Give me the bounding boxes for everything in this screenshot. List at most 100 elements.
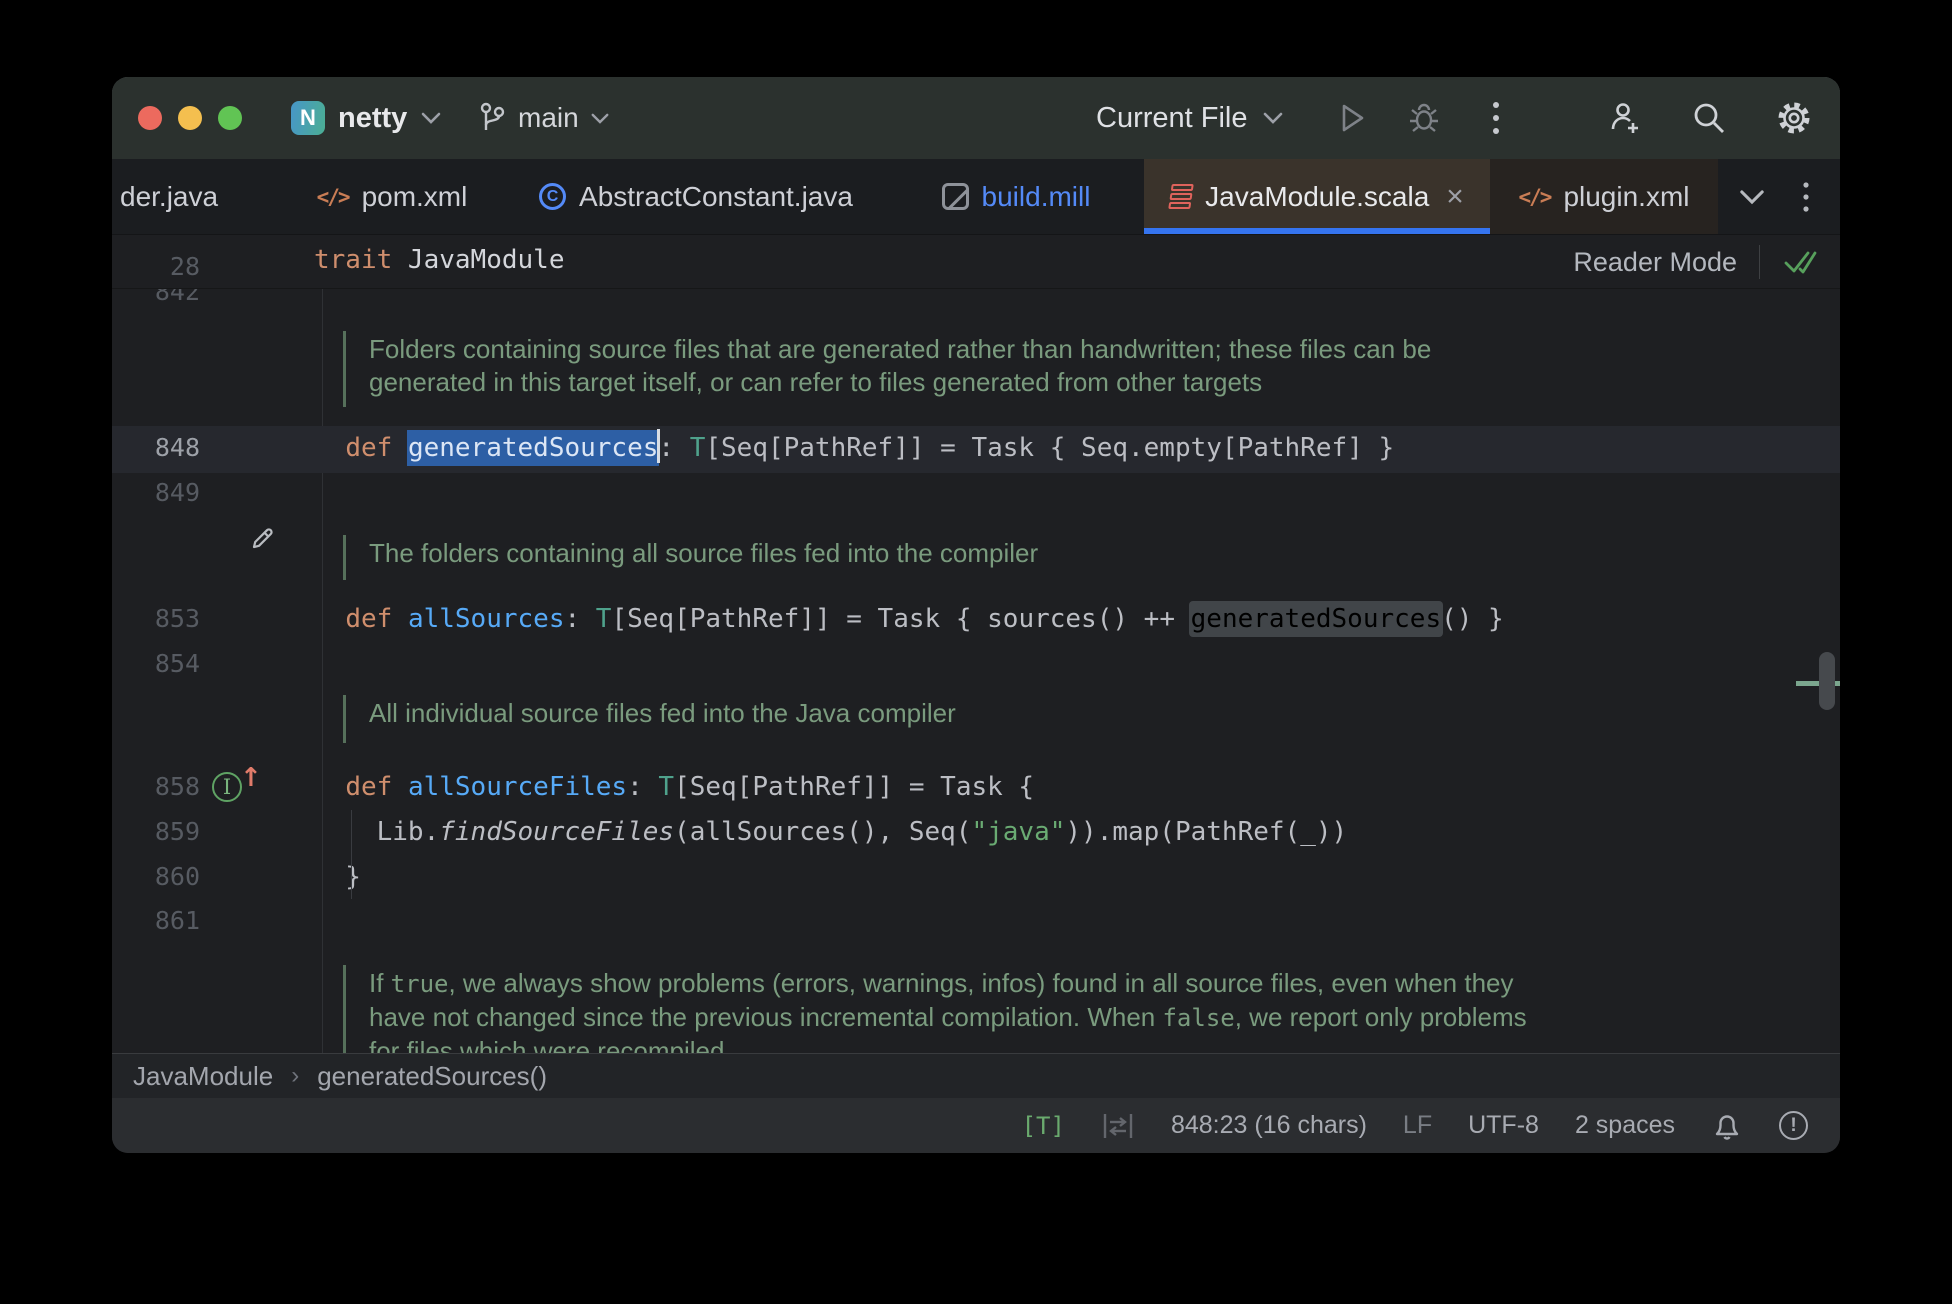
run-configuration-selector[interactable]: Current File bbox=[1096, 102, 1248, 135]
doc-comment-block: All individual source files fed into the… bbox=[112, 695, 1840, 743]
reader-mode-button[interactable]: Reader Mode bbox=[1573, 247, 1737, 278]
tab-plugin-xml[interactable]: </> plugin.xml bbox=[1490, 159, 1718, 234]
tab-pom-xml[interactable]: </> pom.xml bbox=[280, 159, 504, 234]
tab-bar-controls bbox=[1718, 159, 1840, 234]
user-add-icon[interactable] bbox=[1606, 99, 1644, 137]
tab-label: JavaModule.scala bbox=[1205, 181, 1429, 213]
tab-label: pom.xml bbox=[362, 181, 468, 213]
code-text: Lib.findSourceFiles(allSources(), Seq("j… bbox=[314, 810, 1347, 854]
line-number: 854 bbox=[112, 642, 200, 686]
desktop: N netty main bbox=[0, 0, 1952, 1304]
file-encoding[interactable]: UTF-8 bbox=[1468, 1111, 1539, 1140]
tab-build-mill[interactable]: build.mill bbox=[888, 159, 1144, 234]
tab-abstractconstant-java[interactable]: CAbstractConstant.java bbox=[504, 159, 888, 234]
tab-javamodule-scala[interactable]: JavaModule.scala × bbox=[1144, 159, 1490, 234]
xml-file-icon: </> bbox=[1519, 185, 1551, 209]
breadcrumb-bar: JavaModule › generatedSources() bbox=[112, 1053, 1840, 1098]
code-line-849[interactable]: 849 bbox=[112, 471, 1840, 515]
inspections-check-icon[interactable] bbox=[1782, 247, 1818, 277]
tab-der-java[interactable]: der.java bbox=[112, 159, 280, 234]
chevron-down-icon bbox=[420, 111, 442, 125]
breadcrumb-separator-icon: › bbox=[291, 1062, 299, 1090]
code-text: def allSourceFiles: T[Seq[PathRef]] = Ta… bbox=[314, 765, 1034, 809]
divider bbox=[1759, 245, 1760, 279]
doc-comment-line: generated in this target itself, or can … bbox=[369, 366, 1431, 399]
tab-options-kebab-icon[interactable] bbox=[1802, 180, 1810, 214]
chevron-down-icon bbox=[590, 112, 610, 125]
mill-file-icon bbox=[942, 183, 969, 210]
status-bar: [T] 848:23 (16 chars) LF UTF-8 2 spaces … bbox=[112, 1098, 1840, 1153]
code-text: def allSources: T[Seq[PathRef]] = Task {… bbox=[314, 597, 1504, 641]
title-bar: N netty main bbox=[112, 77, 1840, 159]
close-window-button[interactable] bbox=[138, 106, 162, 130]
run-widget: Current File bbox=[1096, 77, 1516, 159]
run-button[interactable] bbox=[1332, 98, 1372, 138]
titlebar-right-actions bbox=[1606, 77, 1814, 159]
target-indicator[interactable]: [T] bbox=[1022, 1112, 1065, 1140]
trait-name: JavaModule bbox=[392, 245, 564, 275]
code-line-848[interactable]: 848 def generatedSources: T[Seq[PathRef]… bbox=[112, 426, 1840, 473]
doc-comment-line: for files which were recompiled. bbox=[369, 1035, 1527, 1053]
doc-comment-block: Folders containing source files that are… bbox=[112, 331, 1840, 407]
git-branch-icon bbox=[475, 101, 507, 135]
line-number: 861 bbox=[112, 899, 200, 943]
breadcrumb-member[interactable]: generatedSources() bbox=[317, 1061, 547, 1092]
doc-comment-line: The folders containing all source files … bbox=[369, 537, 1038, 570]
sticky-right-controls: Reader Mode bbox=[1573, 235, 1818, 289]
code-line-861[interactable]: 861 bbox=[112, 899, 1840, 943]
caret-position[interactable]: 848:23 (16 chars) bbox=[1171, 1111, 1367, 1140]
vcs-branch-widget[interactable]: main bbox=[475, 101, 610, 135]
line-number: 849 bbox=[112, 471, 200, 515]
indent-setting[interactable]: 2 spaces bbox=[1575, 1111, 1675, 1140]
code-line-859[interactable]: 859 Lib.findSourceFiles(allSources(), Se… bbox=[112, 810, 1840, 854]
chevron-down-icon[interactable] bbox=[1262, 111, 1284, 125]
doc-comment-line: All individual source files fed into the… bbox=[369, 697, 956, 730]
keyword-trait: trait bbox=[314, 245, 392, 275]
doc-comment-bar bbox=[343, 695, 346, 743]
tab-label: AbstractConstant.java bbox=[579, 181, 853, 213]
project-name: netty bbox=[338, 102, 407, 135]
code-line-860[interactable]: 860 } bbox=[112, 855, 1840, 899]
doc-comment-bar bbox=[343, 535, 346, 580]
scrollbar-thumb[interactable] bbox=[1819, 652, 1835, 710]
doc-comment-bar bbox=[343, 331, 346, 407]
breadcrumb-class[interactable]: JavaModule bbox=[133, 1061, 273, 1092]
xml-file-icon: </> bbox=[317, 185, 349, 209]
notifications-bell-icon[interactable] bbox=[1711, 1109, 1743, 1143]
scala-file-icon bbox=[1168, 184, 1194, 209]
debug-button[interactable] bbox=[1404, 98, 1444, 138]
code-text: } bbox=[314, 855, 361, 899]
more-actions-kebab-icon[interactable] bbox=[1476, 98, 1516, 138]
error-indicator-icon[interactable]: ! bbox=[1779, 1111, 1808, 1140]
sticky-header-line[interactable]: 28 trait JavaModule Reader Mode bbox=[112, 235, 1840, 289]
branch-name: main bbox=[518, 102, 579, 134]
zoom-window-button[interactable] bbox=[218, 106, 242, 130]
tab-label: plugin.xml bbox=[1563, 181, 1689, 213]
doc-comment-block: The folders containing all source files … bbox=[112, 535, 1840, 580]
code-editor[interactable]: 842Folders containing source files that … bbox=[112, 235, 1840, 1053]
line-number: 859 bbox=[112, 810, 200, 854]
line-number: 853 bbox=[112, 597, 200, 641]
line-number: 860 bbox=[112, 855, 200, 899]
line-number: 858 bbox=[112, 765, 200, 809]
code-line-858[interactable]: 858 I↑ def allSourceFiles: T[Seq[PathRef]… bbox=[112, 765, 1840, 809]
line-separator[interactable]: LF bbox=[1403, 1111, 1432, 1140]
search-icon[interactable] bbox=[1690, 99, 1728, 137]
doc-comment-line: If true, we always show problems (errors… bbox=[369, 967, 1527, 1001]
doc-comment-line: Folders containing source files that are… bbox=[369, 333, 1431, 366]
doc-comment-line: have not changed since the previous incr… bbox=[369, 1001, 1527, 1035]
hidden-tabs-chevron-icon[interactable] bbox=[1738, 188, 1766, 206]
doc-comment-block: If true, we always show problems (errors… bbox=[112, 965, 1840, 1053]
ide-window: N netty main bbox=[112, 77, 1840, 1153]
override-up-arrow-icon: ↑ bbox=[240, 763, 262, 793]
soft-wrap-icon[interactable] bbox=[1101, 1110, 1135, 1142]
target-override-icon[interactable]: I bbox=[212, 772, 242, 802]
sticky-code-text[interactable]: trait JavaModule bbox=[314, 245, 564, 275]
close-tab-icon[interactable]: × bbox=[1446, 180, 1464, 214]
code-line-853[interactable]: 853 def allSources: T[Seq[PathRef]] = Ta… bbox=[112, 597, 1840, 641]
project-widget[interactable]: N netty bbox=[291, 101, 442, 135]
code-line-854[interactable]: 854 bbox=[112, 642, 1840, 686]
settings-gear-icon[interactable] bbox=[1774, 98, 1814, 138]
code-text: def generatedSources: T[Seq[PathRef]] = … bbox=[314, 426, 1394, 470]
minimize-window-button[interactable] bbox=[178, 106, 202, 130]
